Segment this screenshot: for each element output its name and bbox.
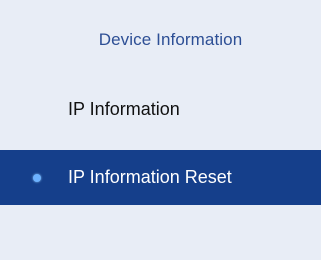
menu-item-ip-information-reset[interactable]: IP Information Reset	[0, 150, 321, 205]
menu-item-label: IP Information	[68, 98, 180, 119]
panel-header: Device Information	[98, 30, 243, 49]
bullet-dot-icon	[33, 173, 41, 182]
menu-item-label: IP Information Reset	[68, 167, 232, 187]
device-info-panel: Device Information IP Information IP Inf…	[0, 0, 321, 260]
menu-item-ip-information[interactable]: IP Information	[0, 83, 321, 135]
